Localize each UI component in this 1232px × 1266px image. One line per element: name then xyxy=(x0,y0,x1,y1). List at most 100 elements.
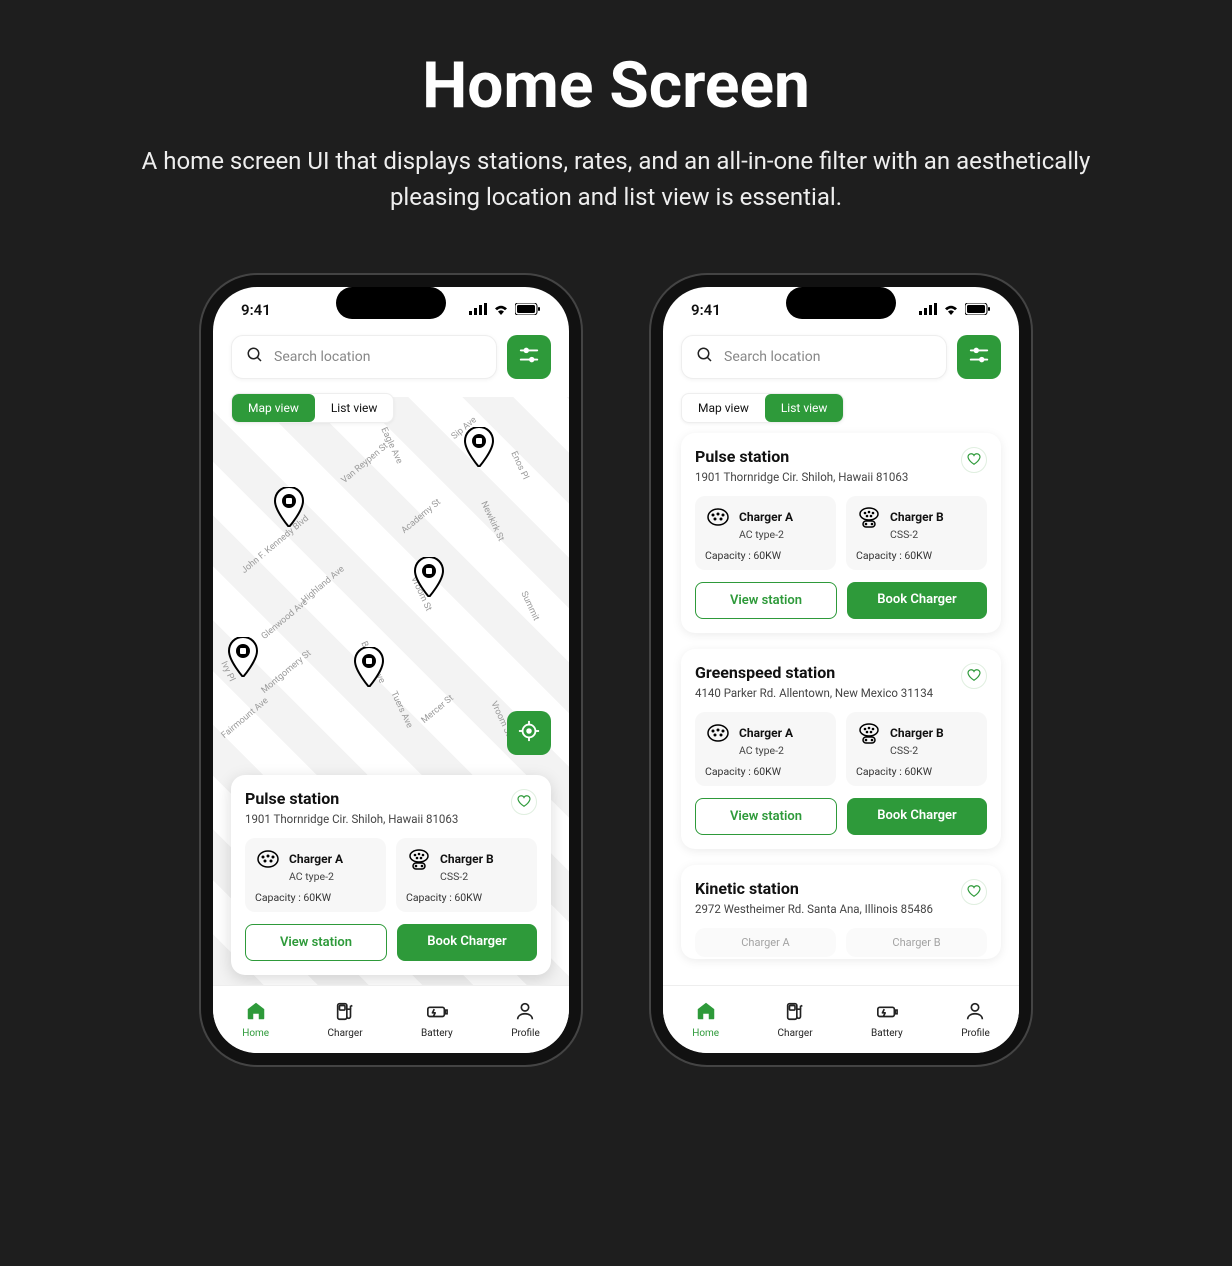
tab-profile[interactable]: Profile xyxy=(961,1000,990,1039)
tab-label: Home xyxy=(242,1028,269,1039)
plug-type2-icon xyxy=(705,720,731,746)
charger-tile: Charger A AC type-2 Capacity : 60KW xyxy=(695,496,836,570)
filter-icon xyxy=(968,344,990,370)
tab-battery[interactable]: Battery xyxy=(421,1000,453,1039)
plug-type2-icon xyxy=(255,846,281,872)
wifi-icon xyxy=(943,301,959,319)
search-input[interactable] xyxy=(274,349,482,365)
charger-capacity: Capacity : 60KW xyxy=(406,891,527,904)
charger-name: Charger A xyxy=(739,510,793,524)
station-card-greenspeed: Greenspeed station 4140 Parker Rd. Allen… xyxy=(681,649,1001,849)
station-address: 4140 Parker Rd. Allentown, New Mexico 31… xyxy=(695,686,933,700)
tab-map-view[interactable]: Map view xyxy=(232,394,315,422)
charger-type: AC type-2 xyxy=(739,528,826,541)
search-box[interactable] xyxy=(681,335,947,379)
status-time: 9:41 xyxy=(691,301,721,319)
view-station-button[interactable]: View station xyxy=(695,798,837,835)
tab-label: Profile xyxy=(511,1028,540,1039)
charger-name: Charger B xyxy=(440,852,494,866)
filter-icon xyxy=(518,344,540,370)
station-card-pulse: Pulse station 1901 Thornridge Cir. Shilo… xyxy=(681,433,1001,633)
home-icon xyxy=(695,1000,717,1025)
crosshair-icon xyxy=(518,720,540,746)
profile-icon xyxy=(514,1000,536,1025)
tab-charger[interactable]: Charger xyxy=(328,1000,363,1039)
locate-button[interactable] xyxy=(507,711,551,755)
search-icon xyxy=(696,346,714,368)
heart-icon xyxy=(967,667,981,686)
tab-map-view[interactable]: Map view xyxy=(682,394,765,422)
station-list[interactable]: Pulse station 1901 Thornridge Cir. Shilo… xyxy=(663,423,1019,985)
charger-name: Charger B xyxy=(890,726,944,740)
plug-ccs-icon xyxy=(856,504,882,530)
tab-label: Charger xyxy=(328,1028,363,1039)
tab-list-view[interactable]: List view xyxy=(765,394,844,422)
tab-list-view[interactable]: List view xyxy=(315,394,394,422)
view-station-button[interactable]: View station xyxy=(245,924,387,961)
charger-tile: Charger B CSS-2 Capacity : 60KW xyxy=(846,712,987,786)
battery-tab-icon xyxy=(426,1000,448,1025)
charger-icon xyxy=(334,1000,356,1025)
map-pin[interactable] xyxy=(353,647,385,687)
favorite-button[interactable] xyxy=(961,447,987,473)
map-pin[interactable] xyxy=(463,427,495,467)
tab-label: Home xyxy=(692,1028,719,1039)
station-card-pulse: Pulse station 1901 Thornridge Cir. Shilo… xyxy=(231,775,551,975)
tab-bar: Home Charger Battery Profile xyxy=(213,985,569,1053)
page-subtitle: A home screen UI that displays stations,… xyxy=(116,143,1116,215)
charger-name: Charger A xyxy=(739,726,793,740)
station-name: Pulse station xyxy=(695,447,908,466)
heart-icon xyxy=(967,451,981,470)
status-time: 9:41 xyxy=(241,301,271,319)
station-address: 1901 Thornridge Cir. Shiloh, Hawaii 8106… xyxy=(245,812,458,826)
tab-label: Profile xyxy=(961,1028,990,1039)
heart-icon xyxy=(517,793,531,812)
signal-icon xyxy=(469,301,487,319)
charger-capacity: Capacity : 60KW xyxy=(705,765,826,778)
phone-map-view: 9:41 Map view List view xyxy=(201,275,581,1065)
plug-type2-icon xyxy=(705,504,731,530)
charger-name: Charger A xyxy=(741,936,789,949)
station-name: Pulse station xyxy=(245,789,458,808)
tab-bar: Home Charger Battery Profile xyxy=(663,985,1019,1053)
station-address: 2972 Westheimer Rd. Santa Ana, Illinois … xyxy=(695,902,933,916)
profile-icon xyxy=(964,1000,986,1025)
tab-profile[interactable]: Profile xyxy=(511,1000,540,1039)
tab-home[interactable]: Home xyxy=(692,1000,719,1039)
charger-capacity: Capacity : 60KW xyxy=(705,549,826,562)
filter-button[interactable] xyxy=(957,335,1001,379)
favorite-button[interactable] xyxy=(511,789,537,815)
station-address: 1901 Thornridge Cir. Shiloh, Hawaii 8106… xyxy=(695,470,908,484)
favorite-button[interactable] xyxy=(961,879,987,905)
station-name: Kinetic station xyxy=(695,879,933,898)
map[interactable]: Sip Ave Eagle Ave Enos Pl Van Reypen St … xyxy=(213,397,569,985)
search-box[interactable] xyxy=(231,335,497,379)
map-pin[interactable] xyxy=(273,487,305,527)
tab-battery[interactable]: Battery xyxy=(871,1000,903,1039)
map-pin[interactable] xyxy=(413,557,445,597)
signal-icon xyxy=(919,301,937,319)
charger-type: AC type-2 xyxy=(739,744,826,757)
view-station-button[interactable]: View station xyxy=(695,582,837,619)
book-charger-button[interactable]: Book Charger xyxy=(847,798,987,835)
charger-tile: Charger B xyxy=(846,928,987,957)
notch xyxy=(336,287,446,319)
search-input[interactable] xyxy=(724,349,932,365)
tab-charger[interactable]: Charger xyxy=(778,1000,813,1039)
book-charger-button[interactable]: Book Charger xyxy=(397,924,537,961)
tab-home[interactable]: Home xyxy=(242,1000,269,1039)
charger-name: Charger B xyxy=(892,936,940,949)
charger-capacity: Capacity : 60KW xyxy=(856,549,977,562)
station-card-kinetic: Kinetic station 2972 Westheimer Rd. Sant… xyxy=(681,865,1001,959)
charger-tile: Charger B CSS-2 Capacity : 60KW xyxy=(396,838,537,912)
battery-icon xyxy=(515,301,541,319)
map-pin[interactable] xyxy=(227,637,259,677)
favorite-button[interactable] xyxy=(961,663,987,689)
filter-button[interactable] xyxy=(507,335,551,379)
plug-ccs-icon xyxy=(856,720,882,746)
tab-label: Battery xyxy=(421,1028,453,1039)
book-charger-button[interactable]: Book Charger xyxy=(847,582,987,619)
charger-type: CSS-2 xyxy=(440,870,527,883)
charger-type: AC type-2 xyxy=(289,870,376,883)
charger-type: CSS-2 xyxy=(890,528,977,541)
